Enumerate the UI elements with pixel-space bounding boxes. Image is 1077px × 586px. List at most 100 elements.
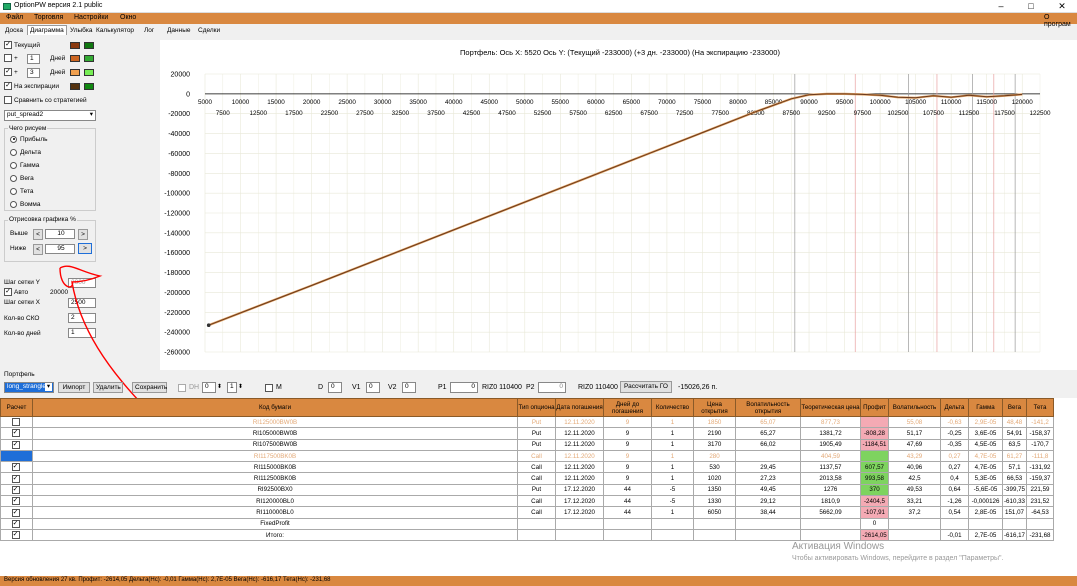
- calc-checkbox[interactable]: ✓: [11, 440, 20, 449]
- day2-checkbox[interactable]: ✓: [4, 68, 12, 77]
- auto-checkbox[interactable]: ✓: [4, 288, 12, 297]
- column-header[interactable]: Вега: [1002, 398, 1027, 417]
- menu-file[interactable]: Файл: [6, 14, 23, 21]
- day2-input[interactable]: 3: [27, 68, 40, 78]
- tab-data[interactable]: Данные: [165, 26, 192, 36]
- table-row[interactable]: ✓ RI112500BK0B Call 12.11.2020 9 1 1020 27,23 20…: [0, 472, 1054, 485]
- calc-cell[interactable]: ✓: [0, 461, 33, 474]
- calc-cell[interactable]: ✓: [0, 427, 33, 440]
- table-row[interactable]: ✓ RI92500BX0 Put 17.12.2020 44 -5 1350 49,45 127…: [0, 483, 1054, 497]
- calc-checkbox[interactable]: ✓: [11, 497, 20, 506]
- calc-cell[interactable]: ✓: [0, 517, 33, 530]
- column-header[interactable]: Расчет: [0, 398, 33, 417]
- p2-input[interactable]: 0: [538, 382, 566, 393]
- expiry-color-1[interactable]: [70, 83, 80, 90]
- table-row[interactable]: RI125000BW0B Put 12.11.2020 9 1 1850 65,07 877,…: [0, 415, 1054, 429]
- table-row[interactable]: ✓ RI115000BK0B Call 12.11.2020 9 1 530 29,45 113…: [0, 461, 1054, 474]
- calc-cell[interactable]: [0, 415, 33, 429]
- current-checkbox[interactable]: ✓: [4, 41, 12, 50]
- dh-input[interactable]: 0: [202, 382, 216, 393]
- portfolio-select[interactable]: long_strangle ▾: [4, 382, 54, 393]
- below-increase-button[interactable]: >: [78, 243, 92, 254]
- tab-diagram[interactable]: Диаграмма: [27, 25, 67, 35]
- current-color-1[interactable]: [70, 42, 80, 49]
- table-row[interactable]: ✓ Итого: -2614,05 -0,01 2,7E-05 -616,17 -231,6…: [0, 528, 1054, 542]
- day2-color-1[interactable]: [70, 69, 80, 76]
- column-header[interactable]: Теоретическая цена: [800, 398, 861, 417]
- strategy-select[interactable]: put_spread2 ▾: [4, 110, 96, 121]
- column-header[interactable]: Волатильность открытия: [735, 398, 801, 417]
- day1-color-1[interactable]: [70, 55, 80, 62]
- grid-y-input[interactable]: 2000: [68, 278, 96, 288]
- day2-color-2[interactable]: [84, 69, 94, 76]
- calc-checkbox[interactable]: [11, 418, 20, 427]
- d-input[interactable]: 0: [328, 382, 342, 393]
- column-header[interactable]: Гамма: [968, 398, 1003, 417]
- tab-calculator[interactable]: Калькулятор: [94, 26, 136, 36]
- calc-cell[interactable]: ✓: [0, 495, 33, 508]
- day1-input[interactable]: 1: [27, 54, 40, 64]
- menu-about[interactable]: О програм: [1044, 14, 1077, 28]
- table-row[interactable]: RI117500BK0B Call 12.11.2020 9 1 280 404,59 43,…: [0, 449, 1054, 463]
- calc-cell[interactable]: ✓: [0, 472, 33, 485]
- expiry-color-2[interactable]: [84, 83, 94, 90]
- current-color-2[interactable]: [84, 42, 94, 49]
- calc-go-button[interactable]: Рассчитать ГО: [620, 381, 672, 393]
- day1-color-2[interactable]: [84, 55, 94, 62]
- calc-checkbox[interactable]: ✓: [11, 508, 20, 517]
- v1-input[interactable]: 0: [366, 382, 380, 393]
- dh-checkbox[interactable]: [178, 384, 186, 392]
- calc-checkbox[interactable]: ✓: [11, 485, 20, 494]
- days-count-input[interactable]: 1: [68, 328, 96, 338]
- dh-spin-icon[interactable]: ⬍: [217, 383, 222, 390]
- grid-x-input[interactable]: 2500: [68, 298, 96, 308]
- maximize-button[interactable]: □: [1016, 0, 1046, 13]
- column-header[interactable]: Дельта: [940, 398, 969, 417]
- expiry-checkbox[interactable]: ✓: [4, 82, 12, 91]
- radio-profit[interactable]: [10, 135, 17, 143]
- above-decrease-button[interactable]: <: [33, 229, 43, 240]
- menu-window[interactable]: Окно: [120, 14, 136, 21]
- v2-input[interactable]: 0: [402, 382, 416, 393]
- calc-checkbox[interactable]: ✓: [11, 531, 20, 540]
- column-header[interactable]: Волатильность: [888, 398, 941, 417]
- column-header[interactable]: Код бумаги: [32, 398, 518, 417]
- tab-smile[interactable]: Улыбка: [68, 26, 94, 36]
- calc-cell[interactable]: ✓: [0, 438, 33, 451]
- column-header[interactable]: Тета: [1026, 398, 1054, 417]
- sko-input[interactable]: 2: [68, 313, 96, 323]
- delete-button[interactable]: Удалить: [93, 382, 123, 393]
- compare-checkbox[interactable]: [4, 96, 12, 105]
- p1-input[interactable]: 0: [450, 382, 478, 393]
- tab-deals[interactable]: Сделки: [196, 26, 222, 36]
- radio-gamma[interactable]: [10, 161, 17, 169]
- table-row[interactable]: ✓ RI110000BL0 Call 17.12.2020 44 1 6050 38,44 56…: [0, 506, 1054, 519]
- table-row[interactable]: ✓ RI105000BW0B Put 12.11.2020 9 1 2190 65,27 138…: [0, 427, 1054, 440]
- tab-log[interactable]: Лог: [142, 26, 156, 36]
- import-button[interactable]: Импорт: [58, 382, 90, 393]
- table-row[interactable]: ✓ RI120000BL0 Call 17.12.2020 44 -5 1330 29,12 1…: [0, 495, 1054, 508]
- calc-checkbox[interactable]: ✓: [11, 429, 20, 438]
- column-header[interactable]: Количество: [651, 398, 694, 417]
- calc-cell[interactable]: ✓: [0, 528, 33, 542]
- radio-vega[interactable]: [10, 174, 17, 182]
- above-increase-button[interactable]: >: [78, 229, 88, 240]
- table-row[interactable]: ✓ RI107500BW0B Put 12.11.2020 9 1 3170 66,02 190…: [0, 438, 1054, 451]
- calc-cell[interactable]: ✓: [0, 483, 33, 497]
- dh-spin-icon-2[interactable]: ⬍: [238, 383, 243, 390]
- minimize-button[interactable]: –: [986, 0, 1016, 13]
- above-input[interactable]: 10: [45, 229, 75, 239]
- day1-checkbox[interactable]: [4, 54, 12, 63]
- tab-board[interactable]: Доска: [3, 26, 25, 36]
- save-button[interactable]: Сохранить: [132, 382, 167, 393]
- column-header[interactable]: Цена открытия: [693, 398, 736, 417]
- calc-checkbox[interactable]: ✓: [11, 519, 20, 528]
- radio-delta[interactable]: [10, 148, 17, 156]
- calc-cell[interactable]: [0, 449, 33, 463]
- calc-checkbox[interactable]: ✓: [11, 474, 20, 483]
- column-header[interactable]: Дней до погашения: [603, 398, 652, 417]
- column-header[interactable]: Тип опциона: [517, 398, 556, 417]
- menu-settings[interactable]: Настройки: [74, 14, 108, 21]
- m-checkbox[interactable]: [265, 384, 273, 392]
- below-decrease-button[interactable]: <: [33, 244, 43, 255]
